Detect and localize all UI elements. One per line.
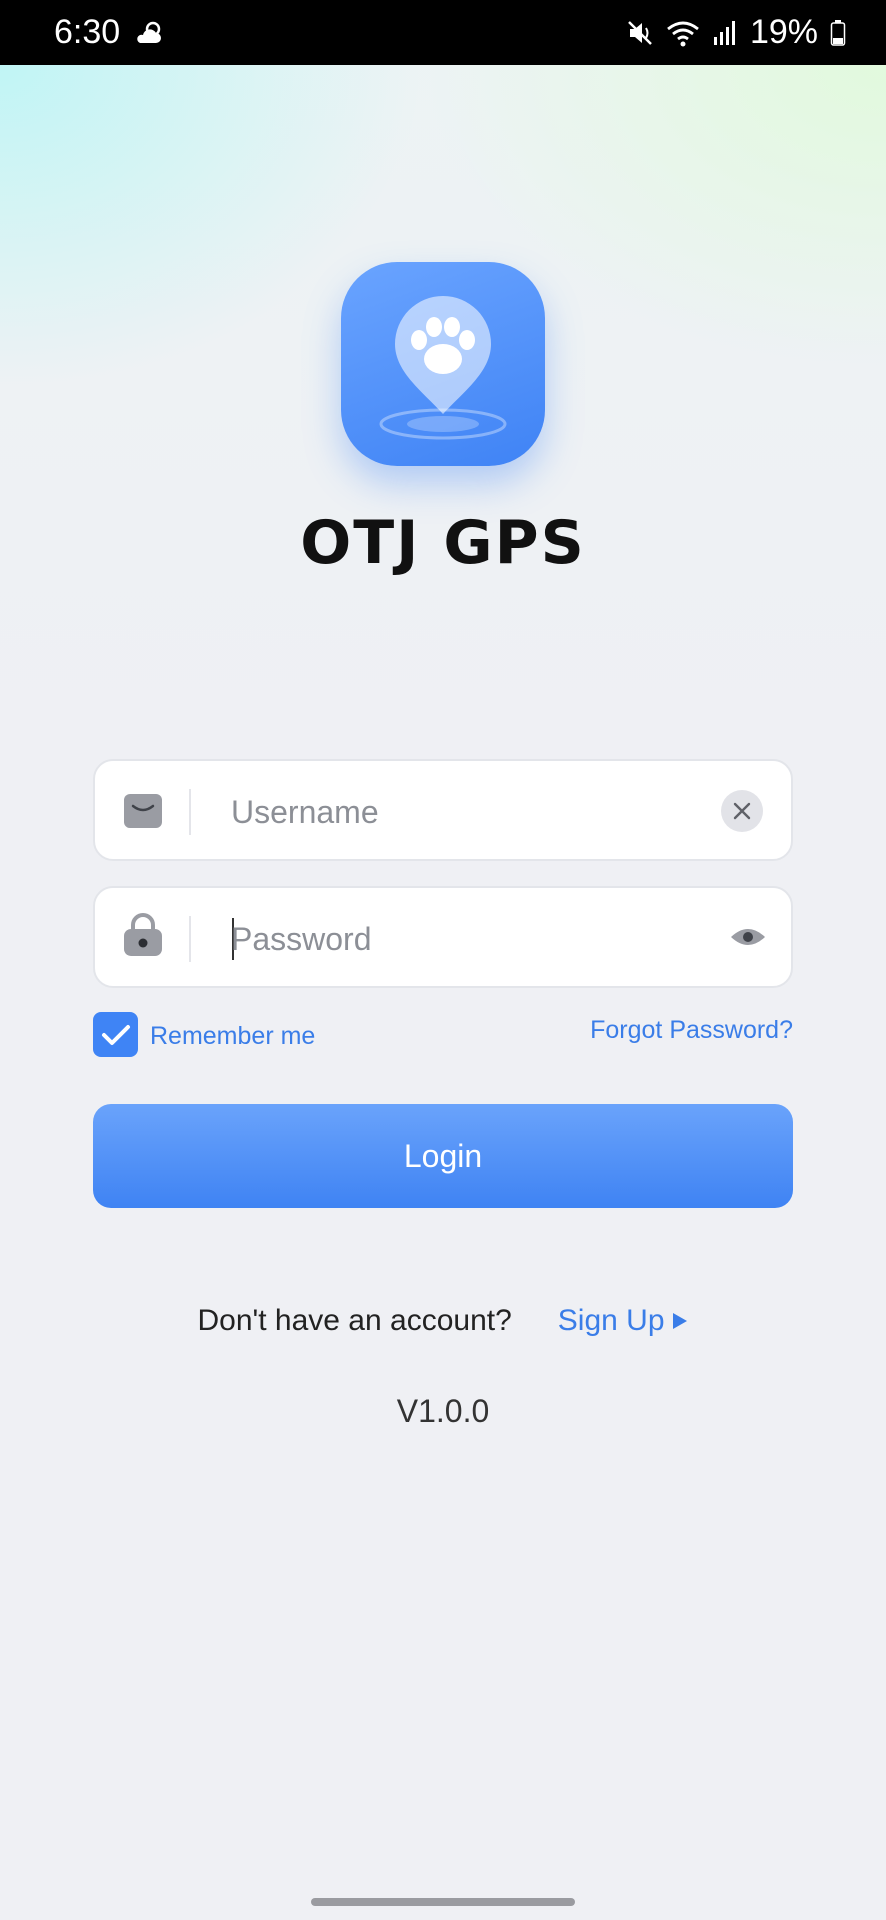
play-arrow-icon [672,1313,687,1329]
version-label: V1.0.0 [396,1393,490,1429]
field-divider [189,789,191,835]
mute-icon [626,19,654,47]
status-left: 6:30 [54,13,164,52]
remember-me-checkbox[interactable] [93,1012,138,1057]
password-input[interactable] [231,908,701,970]
mail-icon [123,792,163,835]
remember-me-label[interactable]: Remember me [150,1022,315,1051]
lock-icon [123,913,163,962]
signal-icon [712,19,738,47]
battery-percent: 19% [749,13,818,51]
sign-up-link[interactable]: Sign Up [558,1304,689,1338]
forgot-password-link[interactable]: Forgot Password? [590,1016,793,1045]
app-title: OTJ GPS [300,508,586,578]
signup-row: Don't have an account? Sign Up [0,1304,886,1338]
wifi-icon [666,19,700,47]
password-field[interactable] [93,886,793,988]
no-account-text: Don't have an account? [197,1304,512,1337]
eye-icon[interactable] [729,923,767,956]
status-bar: 6:30 19% [0,0,886,65]
username-field[interactable] [93,759,793,861]
sign-up-label[interactable]: Sign Up [558,1304,665,1338]
partly-cloudy-icon [134,20,164,46]
paw-location-pin-icon [379,296,507,440]
checkmark-icon [101,1024,130,1045]
login-button[interactable]: Login [93,1104,793,1208]
status-right: 19% [626,13,846,52]
username-input[interactable] [231,781,701,843]
field-divider [189,916,191,962]
app-logo [341,262,545,466]
home-indicator[interactable] [311,1898,575,1906]
battery-icon [830,19,846,47]
status-time: 6:30 [54,13,121,51]
remember-me[interactable]: Remember me [93,1012,315,1057]
clear-icon[interactable] [721,790,763,832]
